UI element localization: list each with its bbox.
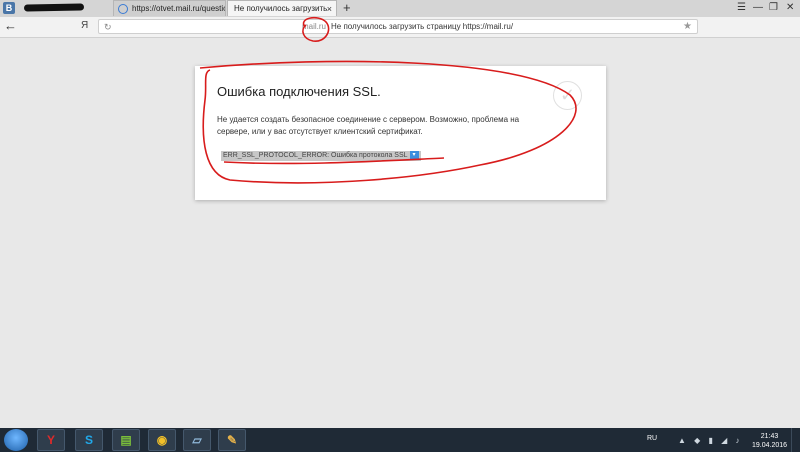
- paint-icon[interactable]: ✎: [218, 429, 246, 451]
- clock-time: 21:43: [760, 433, 779, 440]
- error-code-text: ERR_SSL_PROTOCOL_ERROR: Ошибка протокола…: [223, 152, 408, 159]
- menu-icon[interactable]: ☰: [737, 0, 746, 16]
- address-page-title: Не получилось загрузить страницу https:/…: [331, 22, 514, 31]
- show-desktop-button[interactable]: [791, 428, 800, 452]
- error-code-details[interactable]: ERR_SSL_PROTOCOL_ERROR: Ошибка протокола…: [221, 151, 421, 161]
- tab-error-page[interactable]: Не получилось загрузить ×: [227, 0, 337, 16]
- close-tab-icon[interactable]: ×: [327, 1, 332, 16]
- redacted-tab-scribble: [23, 3, 85, 12]
- yandex-browser-icon[interactable]: Y: [37, 429, 65, 451]
- restore-button[interactable]: ❐: [769, 0, 778, 16]
- navigation-bar: ← Я ↻ mail.ru Не получилось загрузить ст…: [0, 17, 800, 38]
- tab-otvet[interactable]: https://otvet.mail.ru/question/: [113, 0, 226, 16]
- start-button[interactable]: [4, 429, 28, 451]
- reload-icon[interactable]: ↻: [104, 20, 112, 34]
- document-editor-icon[interactable]: ▱: [183, 429, 211, 451]
- taskbar: Y S ▤ ◉ ▱ ✎ RU ▲ ◆ ▮ ◢ ♪ 21:43 19.04.201…: [0, 428, 800, 452]
- yandex-icon[interactable]: Я: [81, 20, 88, 31]
- minimize-button[interactable]: —: [753, 0, 763, 16]
- error-card: Ошибка подключения SSL. Не удается созда…: [195, 66, 606, 200]
- tab-label: https://otvet.mail.ru/question/: [132, 4, 226, 13]
- error-description: Не удается создать безопасное соединение…: [217, 115, 520, 136]
- tab-label: Не получилось загрузить: [234, 4, 328, 13]
- error-title: Ошибка подключения SSL.: [217, 84, 381, 99]
- clock-date: 19.04.2016: [752, 442, 788, 449]
- checkmark-icon: ✓: [553, 81, 582, 110]
- address-bar[interactable]: ↻ mail.ru Не получилось загрузить страни…: [98, 19, 698, 34]
- close-window-button[interactable]: ✕: [786, 0, 794, 16]
- bookmark-star-icon[interactable]: ★: [683, 20, 692, 34]
- vk-icon[interactable]: В: [3, 2, 15, 14]
- favicon-icon: [118, 4, 128, 14]
- skype-icon[interactable]: S: [75, 429, 103, 451]
- clock[interactable]: 21:43 19.04.2016: [752, 432, 787, 450]
- chrome-icon[interactable]: ◉: [148, 429, 176, 451]
- language-indicator[interactable]: RU: [647, 435, 657, 442]
- bluestacks-icon[interactable]: ▤: [112, 429, 140, 451]
- system-tray-icons[interactable]: ▲ ◆ ▮ ◢ ♪: [678, 436, 743, 445]
- back-arrow-icon[interactable]: ←: [4, 18, 17, 33]
- dropdown-arrow-icon[interactable]: ▾: [409, 151, 419, 160]
- title-bar: В https://otvet.mail.ru/question/ Не пол…: [0, 0, 800, 17]
- address-domain: mail.ru: [302, 22, 327, 31]
- new-tab-button[interactable]: +: [343, 0, 351, 16]
